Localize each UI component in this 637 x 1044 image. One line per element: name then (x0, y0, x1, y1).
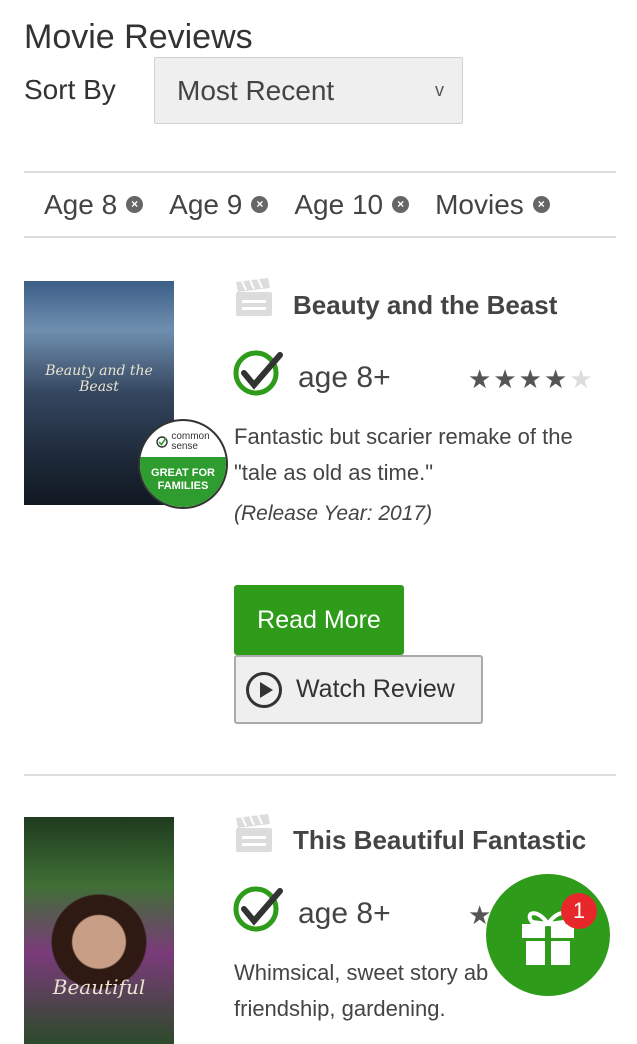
age-rating: age 8+ (298, 897, 391, 930)
release-year: (Release Year: 2017) (234, 502, 433, 525)
watch-review-button[interactable]: Watch Review (234, 655, 483, 724)
common-sense-badge: common sense GREAT FOR FAMILIES (138, 419, 228, 509)
age-rating: age 8+ (298, 361, 391, 394)
filter-chip-label: Age 10 (294, 188, 384, 220)
badge-brand-line2: sense (171, 441, 198, 452)
remove-filter-icon[interactable]: × (532, 196, 550, 213)
review-description: Whimsical, sweet story ab (234, 960, 489, 985)
read-more-button[interactable]: Read More (234, 585, 404, 655)
review-description: Fantastic but scarier remake of the "tal… (234, 424, 573, 485)
sort-by-label: Sort By (24, 74, 116, 105)
clapperboard-icon (236, 814, 272, 852)
filter-chip-label: Age 9 (169, 188, 243, 220)
sort-select-value: Most Recent (177, 74, 335, 106)
movie-title[interactable]: This Beautiful Fantastic (293, 825, 586, 856)
filter-bar: Age 8 × Age 9 × Age 10 × Movies × (24, 171, 616, 238)
gift-button[interactable] (486, 874, 610, 996)
page-title: Movie Reviews (24, 18, 253, 56)
star-rating: ★ ★ ★ ★ ★ (468, 366, 593, 392)
age-check-icon (233, 886, 283, 932)
star-icon: ★ (493, 364, 517, 394)
badge-label-line1: GREAT FOR (151, 467, 215, 479)
badge-label: GREAT FOR FAMILIES (140, 457, 226, 507)
star-icon: ★ (518, 364, 542, 394)
remove-filter-icon[interactable]: × (392, 196, 410, 213)
star-icon: ★ (543, 364, 568, 394)
review-description: friendship, gardening. (234, 996, 446, 1021)
watch-review-label: Watch Review (296, 675, 455, 703)
check-icon (156, 436, 169, 448)
play-icon (246, 671, 282, 708)
notification-badge: 1 (561, 893, 597, 929)
filter-chip-movies[interactable]: Movies × (435, 189, 550, 221)
star-icon: ★ (468, 364, 492, 394)
poster-title-art: Beautiful (52, 975, 146, 999)
filter-chip-age-9[interactable]: Age 9 × (169, 188, 269, 221)
remove-filter-icon[interactable]: × (126, 196, 144, 213)
star-icon: ★ (569, 364, 593, 394)
sort-select[interactable]: Most Recent v (154, 57, 463, 124)
movie-poster[interactable]: Beautiful (24, 817, 174, 1044)
poster-title-art: Beauty and the Beast (45, 363, 153, 395)
chevron-down-icon: v (435, 80, 444, 100)
movie-title[interactable]: Beauty and the Beast (293, 290, 557, 321)
clapperboard-icon (236, 278, 272, 316)
remove-filter-icon[interactable]: × (251, 196, 269, 213)
badge-label-line2: FAMILIES (157, 480, 209, 492)
filter-chip-age-10[interactable]: Age 10 × (294, 188, 410, 221)
age-check-icon (233, 350, 283, 396)
filter-chip-label: Age 8 (44, 188, 118, 220)
filter-chip-label: Movies (435, 188, 524, 220)
filter-chip-age-8[interactable]: Age 8 × (44, 188, 144, 221)
divider (24, 774, 616, 776)
